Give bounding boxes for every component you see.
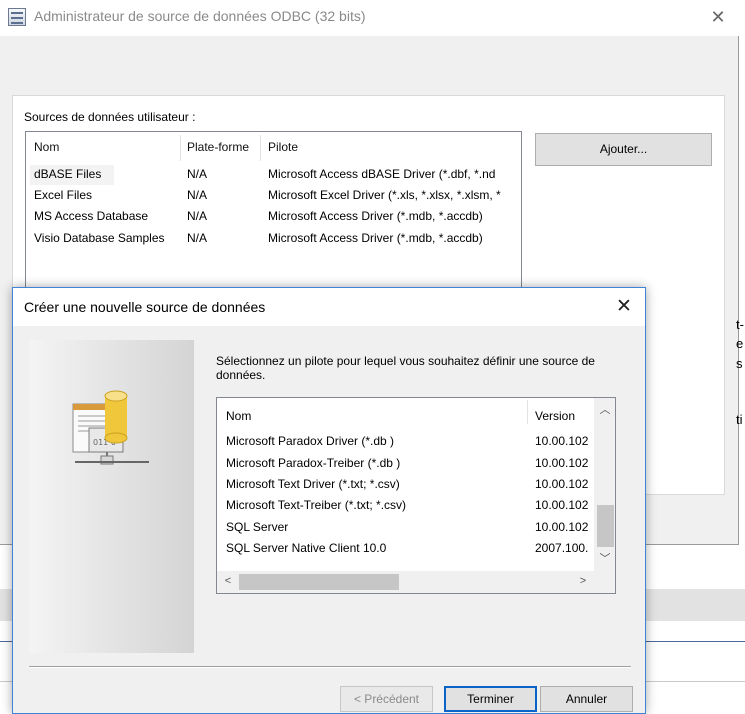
column-header-name[interactable]: Nom: [226, 409, 251, 423]
add-button[interactable]: Ajouter...: [535, 133, 712, 166]
list-item-driver: Microsoft Access Driver (*.mdb, *.accdb): [268, 209, 483, 223]
chevron-left-icon[interactable]: <: [220, 575, 236, 587]
column-header-platform[interactable]: Plate-forme: [187, 140, 249, 154]
dialog-title: Créer une nouvelle source de données: [24, 299, 266, 315]
close-icon[interactable]: ✕: [609, 292, 639, 322]
user-sources-label: Sources de données utilisateur :: [24, 110, 196, 124]
list-item[interactable]: Microsoft Text Driver (*.txt; *.csv): [226, 477, 400, 491]
driver-list[interactable]: Nom Version Microsoft Paradox Driver (*.…: [216, 397, 616, 594]
chevron-down-icon[interactable]: ﹀: [596, 550, 614, 566]
list-item-version: 10.00.102: [535, 434, 589, 448]
list-item-platform: N/A: [187, 231, 208, 245]
list-item[interactable]: Excel Files: [34, 188, 92, 202]
column-header-driver[interactable]: Pilote: [268, 140, 298, 154]
list-item-driver: Microsoft Access Driver (*.mdb, *.accdb): [268, 231, 483, 245]
cut-off-text: ti: [736, 412, 743, 427]
column-header-version[interactable]: Version: [535, 409, 575, 423]
list-item-version: 10.00.102: [535, 456, 589, 470]
cancel-button[interactable]: Annuler: [540, 686, 633, 712]
chevron-right-icon[interactable]: >: [575, 575, 591, 587]
user-sources-list[interactable]: Nom Plate-forme Pilote dBASE Files N/A M…: [25, 131, 522, 291]
dialog-title-bar: Créer une nouvelle source de données ✕: [13, 288, 645, 326]
odbc-window-title: Administrateur de source de données ODBC…: [34, 8, 366, 24]
cut-off-text: t-: [736, 317, 744, 332]
database-connection-icon: 011 0: [72, 390, 149, 465]
list-item-platform: N/A: [187, 209, 208, 223]
vertical-scroll-thumb[interactable]: [597, 505, 614, 547]
horizontal-scroll-thumb[interactable]: [239, 574, 399, 590]
list-item[interactable]: Microsoft Text-Treiber (*.txt; *.csv): [226, 498, 406, 512]
list-item[interactable]: Microsoft Paradox Driver (*.db ): [226, 434, 394, 448]
scrollbar-corner: [595, 571, 615, 593]
column-header-name[interactable]: Nom: [34, 140, 59, 154]
list-item-driver: Microsoft Access dBASE Driver (*.dbf, *.…: [268, 167, 496, 181]
odbc-app-icon: [8, 8, 26, 26]
list-item-platform: N/A: [187, 188, 208, 202]
list-item[interactable]: SQL Server: [226, 520, 288, 534]
cut-off-text: s: [736, 356, 743, 371]
list-item-platform: N/A: [187, 167, 208, 181]
list-item[interactable]: MS Access Database: [34, 209, 148, 223]
instruction-text: Sélectionnez un pilote pour lequel vous …: [216, 354, 595, 382]
wizard-illustration: 011 0: [29, 340, 194, 653]
previous-button[interactable]: < Précédent: [340, 686, 433, 712]
odbc-title-bar: Administrateur de source de données ODBC…: [0, 0, 739, 36]
list-item[interactable]: SQL Server Native Client 10.0: [226, 541, 386, 555]
list-item-version: 2007.100.: [535, 541, 589, 555]
create-data-source-dialog: Créer une nouvelle source de données ✕ 0…: [12, 287, 646, 714]
list-item-version: 10.00.102: [535, 498, 589, 512]
chevron-up-icon[interactable]: ︿: [596, 401, 614, 417]
list-item-version: 10.00.102: [535, 477, 589, 491]
list-item[interactable]: Microsoft Paradox-Treiber (*.db ): [226, 456, 400, 470]
list-item-version: 10.00.102: [535, 520, 589, 534]
list-item[interactable]: dBASE Files: [34, 167, 101, 181]
dialog-divider-highlight: [29, 667, 631, 668]
finish-button[interactable]: Terminer: [444, 686, 537, 712]
close-icon[interactable]: ✕: [703, 3, 733, 31]
list-item[interactable]: Visio Database Samples: [34, 231, 165, 245]
list-item-driver: Microsoft Excel Driver (*.xls, *.xlsx, *…: [268, 188, 501, 202]
cut-off-text: e: [736, 336, 744, 351]
